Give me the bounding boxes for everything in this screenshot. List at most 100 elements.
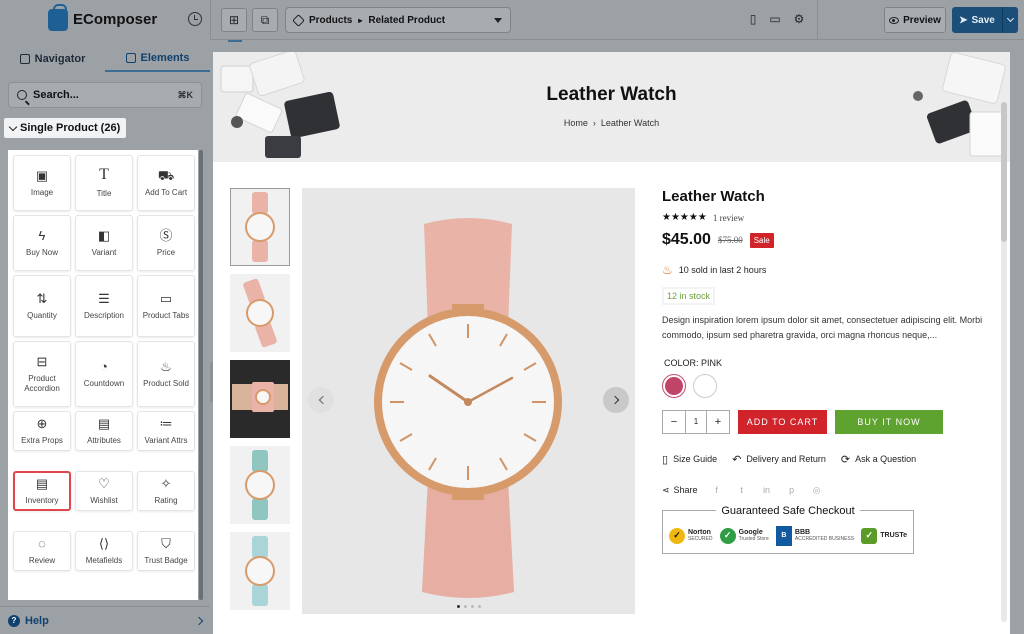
preview-button[interactable]: Preview	[884, 7, 946, 33]
hero-decoration-left	[220, 52, 340, 158]
share-label: Share	[673, 485, 698, 496]
element-variant-attrs[interactable]: ≔ Variant Attrs	[137, 411, 195, 451]
gallery-next-button[interactable]	[603, 387, 629, 413]
search-input[interactable]	[33, 89, 163, 101]
gallery-dot[interactable]	[477, 605, 481, 608]
sale-badge: Sale	[749, 232, 774, 248]
sidebar-scrollbar[interactable]	[199, 150, 203, 600]
hero-title: Leather Watch	[546, 84, 677, 105]
inventory-stock[interactable]: 12 in stock	[662, 287, 716, 305]
gallery-dot[interactable]	[470, 605, 474, 608]
delivery-return-link[interactable]: ↶ Delivery and Return	[732, 453, 826, 466]
settings-gear-icon[interactable]: ⚙	[792, 12, 806, 26]
element-buy-now[interactable]: ϟ Buy Now	[13, 215, 71, 271]
review-count[interactable]: 1 review	[713, 213, 744, 223]
thumbnail[interactable]	[230, 446, 290, 524]
sections-button[interactable]: ⧉	[252, 8, 278, 32]
quantity-increase-button[interactable]: +	[707, 411, 729, 433]
element-metafields[interactable]: ⟨⟩ Metafields	[75, 531, 133, 571]
desktop-view-icon[interactable]: ▭	[768, 12, 782, 26]
editor-canvas: Leather Watch Home › Leather Watch Leath…	[210, 40, 1024, 634]
reddit-icon[interactable]: ◎	[811, 485, 823, 496]
thumbnail[interactable]	[230, 360, 290, 438]
tab-navigator[interactable]: Navigator	[0, 46, 105, 72]
checkout-title: Guaranteed Safe Checkout	[716, 504, 860, 517]
swatch-fill	[696, 376, 714, 395]
breadcrumb-home[interactable]: Home	[564, 118, 588, 128]
buy-it-now-button[interactable]: BUY IT NOW	[835, 409, 943, 434]
tablet-view-icon[interactable]: ▯	[746, 12, 760, 26]
quantity-value[interactable]: 1	[685, 410, 707, 433]
element-review[interactable]: ◌ Review	[13, 531, 71, 571]
element-rating[interactable]: ✧ Rating	[137, 471, 195, 511]
element-label: Buy Now	[25, 247, 58, 257]
history-icon[interactable]	[188, 12, 202, 26]
element-variant[interactable]: ◧ Variant	[75, 215, 133, 271]
gallery-prev-button[interactable]	[308, 387, 334, 413]
quantity-decrease-button[interactable]: −	[663, 411, 685, 433]
element-label: Price	[156, 247, 176, 257]
pinterest-icon[interactable]: p	[786, 485, 798, 495]
save-main[interactable]: ➤ Save	[952, 7, 1002, 33]
image-icon: ▣	[35, 167, 49, 183]
product-rating: ★★★★★ 1 review	[662, 212, 992, 223]
gallery-dot[interactable]	[463, 605, 467, 608]
element-countdown[interactable]: ◔ Countdown	[75, 341, 133, 407]
element-extra-props[interactable]: ⊕ Extra Props	[13, 411, 71, 451]
bbb-logo-icon: B	[775, 525, 792, 546]
layout-grid-button[interactable]: ⊞	[221, 8, 247, 32]
swatch-white[interactable]	[693, 373, 717, 398]
thumbnail[interactable]	[230, 274, 290, 352]
page-scrollbar[interactable]	[1001, 102, 1007, 622]
element-trust-badge[interactable]: ⛉ Trust Badge	[137, 531, 195, 571]
group-single-product[interactable]: Single Product (26)	[4, 118, 127, 138]
element-attributes[interactable]: ▤ Attributes	[75, 411, 133, 451]
sold-text: 10 sold in last 2 hours	[678, 265, 767, 275]
send-icon: ➤	[959, 14, 968, 26]
element-wishlist[interactable]: ♡ Wishlist	[75, 471, 133, 511]
ask-question-link[interactable]: ⟳ Ask a Question	[841, 453, 916, 466]
element-label: Quantity	[27, 310, 57, 320]
facebook-icon[interactable]: f	[711, 485, 723, 495]
element-title[interactable]: T Title	[75, 155, 133, 211]
chevron-left-icon	[318, 395, 327, 405]
element-product-sold[interactable]: ♨ Product Sold	[137, 341, 195, 407]
swatch-pink[interactable]	[662, 373, 686, 398]
element-label: Variant Attrs	[144, 435, 188, 445]
element-label: Review	[28, 555, 56, 565]
chevron-right-icon	[610, 395, 619, 405]
element-description[interactable]: ☰ Description	[75, 275, 133, 337]
element-product-accordion[interactable]: ⊟ Product Accordion	[13, 341, 71, 407]
truste-badge: ✓ TRUSTe	[861, 525, 907, 547]
element-label: Description	[83, 310, 124, 320]
tab-elements[interactable]: Elements	[105, 46, 210, 72]
tab-elements-label: Elements	[140, 52, 190, 64]
element-product-tabs[interactable]: ▭ Product Tabs	[137, 275, 195, 337]
size-guide-link[interactable]: ▯ Size Guide	[662, 453, 717, 466]
element-image[interactable]: ▣ Image	[13, 155, 71, 211]
trust-badges: ✓ Norton SECURED ✓ Google Trusted Store B BBB…	[669, 525, 907, 547]
puzzle-icon: ⧉	[260, 12, 270, 27]
element-inventory[interactable]: ▤ Inventory	[13, 471, 71, 511]
element-label: Inventory	[25, 495, 59, 505]
element-label: Product Sold	[143, 378, 189, 388]
thumbnail[interactable]	[230, 532, 290, 610]
product-info: Leather Watch ★★★★★ 1 review $45.00 $75.…	[662, 188, 992, 554]
save-button[interactable]: ➤ Save	[952, 7, 1018, 33]
page-selector[interactable]: Products ▸ Related Product	[285, 7, 511, 33]
add-to-cart-button[interactable]: ADD TO CART	[738, 409, 827, 434]
save-options-button[interactable]	[1002, 7, 1018, 33]
twitter-icon[interactable]: t	[736, 485, 748, 495]
swatch-fill	[665, 376, 683, 395]
linkedin-icon[interactable]: in	[761, 485, 773, 495]
undo-icon: ↶	[732, 453, 742, 466]
grid-icon	[125, 53, 136, 63]
element-add-to-cart[interactable]: ⛟ Add To Cart	[137, 155, 195, 211]
element-quantity[interactable]: ⇅ Quantity	[13, 275, 71, 337]
search-icon	[17, 90, 27, 100]
gallery-dot[interactable]	[456, 605, 460, 608]
element-price[interactable]: Ⓢ Price	[137, 215, 195, 271]
save-label: Save	[971, 14, 995, 26]
thumbnail[interactable]	[230, 188, 290, 266]
help-bar[interactable]: ? Help	[0, 606, 210, 634]
